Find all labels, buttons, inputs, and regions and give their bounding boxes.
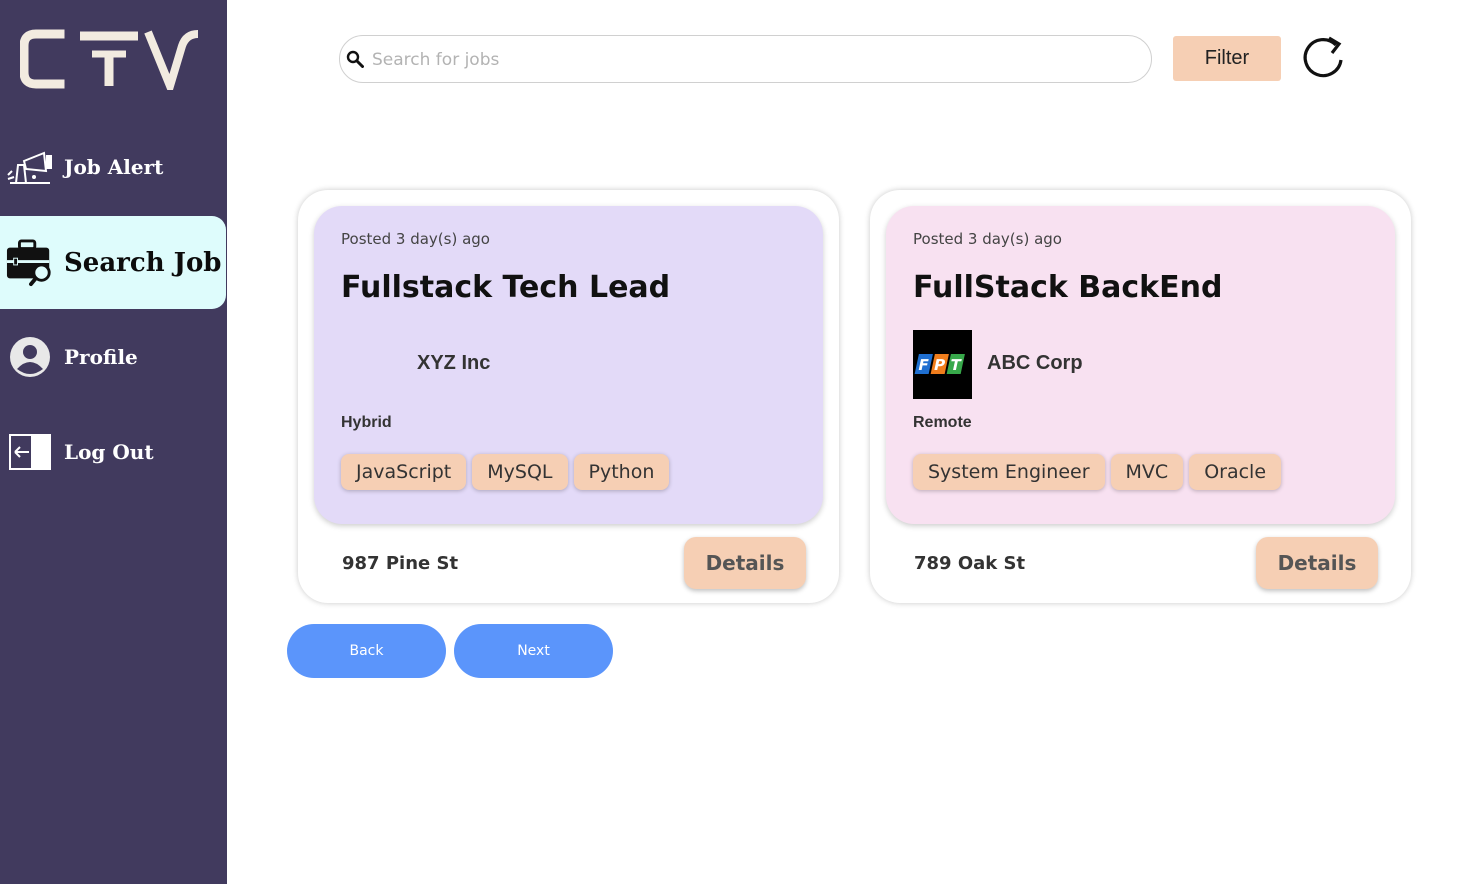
skill-tags: System Engineer MVC Oracle	[913, 454, 1282, 490]
skill-tag: MySQL	[472, 454, 568, 490]
filter-button[interactable]: Filter	[1173, 36, 1281, 81]
app-root: Job Alert Search Job Profile Log Out Sea…	[0, 0, 1476, 884]
job-card-body: Posted 3 day(s) ago Fullstack Tech Lead …	[314, 206, 823, 524]
sidebar-item-profile[interactable]: Profile	[0, 332, 227, 382]
job-address: 789 Oak St	[914, 553, 1026, 574]
refresh-icon[interactable]	[1298, 32, 1348, 82]
company-name: ABC Corp	[987, 352, 1083, 374]
posted-date: Posted 3 day(s) ago	[341, 230, 490, 248]
details-button[interactable]: Details	[1256, 537, 1378, 589]
company-name: XYZ Inc	[417, 352, 491, 374]
sidebar-item-label: Profile	[64, 345, 138, 369]
job-address: 987 Pine St	[342, 553, 459, 574]
sidebar-item-label: Search Job	[64, 247, 222, 278]
skill-tag: MVC	[1110, 454, 1184, 490]
next-button[interactable]: Next	[454, 624, 613, 678]
skill-tags: JavaScript MySQL Python	[341, 454, 670, 490]
briefcase-search-icon	[6, 238, 54, 287]
search-icon	[346, 50, 364, 68]
work-mode: Remote	[913, 414, 972, 431]
work-mode: Hybrid	[341, 414, 392, 431]
sidebar-item-job-alert[interactable]: Job Alert	[0, 142, 227, 192]
job-title: FullStack BackEnd	[913, 270, 1223, 305]
search-input[interactable]	[372, 44, 1132, 76]
logout-arrow-icon	[6, 428, 54, 476]
sidebar-item-log-out[interactable]: Log Out	[0, 427, 227, 477]
skill-tag: System Engineer	[913, 454, 1105, 490]
megaphone-icon	[6, 143, 54, 191]
skill-tag: JavaScript	[341, 454, 467, 490]
ctv-logo	[20, 29, 199, 90]
sidebar: Job Alert Search Job Profile Log Out	[0, 0, 227, 884]
details-button[interactable]: Details	[684, 537, 806, 589]
skill-tag: Python	[573, 454, 670, 490]
back-button[interactable]: Back	[287, 624, 446, 678]
sidebar-item-search-job[interactable]: Search Job	[0, 216, 226, 309]
posted-date: Posted 3 day(s) ago	[913, 230, 1062, 248]
job-card: Posted 3 day(s) ago FullStack BackEnd F …	[870, 190, 1411, 603]
job-title: Fullstack Tech Lead	[341, 270, 671, 305]
job-card: Posted 3 day(s) ago Fullstack Tech Lead …	[298, 190, 839, 603]
job-card-body: Posted 3 day(s) ago FullStack BackEnd F …	[886, 206, 1395, 524]
sidebar-item-label: Log Out	[64, 440, 154, 464]
user-avatar-icon	[6, 333, 54, 381]
company-logo: F P T	[913, 330, 972, 399]
sidebar-item-label: Job Alert	[64, 155, 164, 179]
search-bar	[339, 35, 1152, 83]
skill-tag: Oracle	[1189, 454, 1282, 490]
